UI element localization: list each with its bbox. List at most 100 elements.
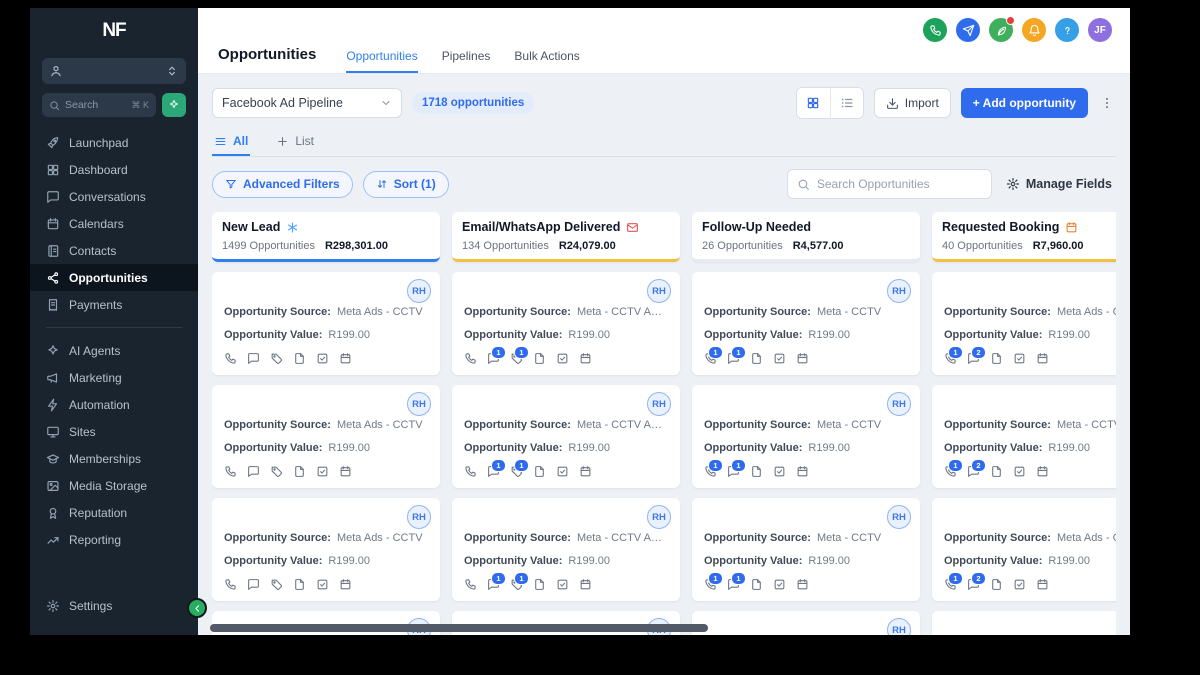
phone-icon[interactable]: 1 [944, 346, 963, 365]
file-icon[interactable] [293, 465, 306, 478]
sidebar-quick-add-button[interactable] [162, 93, 186, 117]
phone-icon[interactable]: 1 [704, 346, 723, 365]
sidebar-item-conversations[interactable]: Conversations [30, 183, 198, 210]
import-button[interactable]: Import [873, 88, 951, 118]
file-icon[interactable] [750, 578, 763, 591]
opportunity-card[interactable]: RH Opportunity Source: Meta - CCTV Automat… [452, 385, 680, 488]
sidebar-item-launchpad[interactable]: Launchpad [30, 129, 198, 156]
sidebar-item-settings[interactable]: Settings [30, 592, 198, 619]
tag-icon[interactable]: 1 [510, 572, 529, 591]
chat-icon[interactable]: 1 [727, 572, 746, 591]
file-icon[interactable] [533, 465, 546, 478]
sidebar-item-reputation[interactable]: Reputation [30, 499, 198, 526]
phone-icon[interactable] [464, 352, 477, 365]
tag-icon[interactable] [270, 465, 283, 478]
opportunity-card[interactable]: RHOpportunity Source:Meta - CCTVOpportun… [692, 611, 920, 635]
opportunity-card[interactable]: RHOpportunity Source:Meta Ads - CCTVOppo… [212, 385, 440, 488]
chat-icon[interactable] [247, 465, 260, 478]
calendar-icon[interactable] [1036, 578, 1049, 591]
chat-icon[interactable]: 1 [727, 459, 746, 478]
rewards-button[interactable] [989, 16, 1015, 42]
chat-icon[interactable] [247, 578, 260, 591]
calendar-icon[interactable] [796, 578, 809, 591]
view-tab-list[interactable]: List [274, 130, 316, 156]
chat-icon[interactable]: 2 [967, 459, 986, 478]
user-avatar[interactable]: JF [1088, 18, 1112, 42]
file-icon[interactable] [533, 352, 546, 365]
checksq-icon[interactable] [556, 578, 569, 591]
calendar-icon[interactable] [796, 465, 809, 478]
sidebar-item-marketing[interactable]: Marketing [30, 364, 198, 391]
phone-icon[interactable]: 1 [944, 572, 963, 591]
phone-icon[interactable] [464, 465, 477, 478]
opportunity-card[interactable]: RHOpportunity Source:Meta Ads - CCTVOppo… [212, 272, 440, 375]
sort-button[interactable]: Sort (1) [362, 170, 449, 198]
file-icon[interactable] [750, 465, 763, 478]
sidebar-item-dashboard[interactable]: Dashboard [30, 156, 198, 183]
tag-icon[interactable] [270, 578, 283, 591]
calendar-icon[interactable] [579, 352, 592, 365]
notifications-button[interactable] [1022, 18, 1046, 42]
checksq-icon[interactable] [1013, 352, 1026, 365]
calendar-icon[interactable] [1036, 465, 1049, 478]
file-icon[interactable] [293, 578, 306, 591]
opportunity-card[interactable]: RHOpportunity Source:Meta - CCTVOpportun… [692, 272, 920, 375]
sidebar-item-calendars[interactable]: Calendars [30, 210, 198, 237]
chat-icon[interactable] [247, 352, 260, 365]
tab-opportunities[interactable]: Opportunities [346, 49, 418, 73]
sidebar-item-payments[interactable]: Payments [30, 291, 198, 318]
chat-icon[interactable]: 1 [487, 346, 506, 365]
opportunity-card[interactable]: RHOpportunity Source:Meta - CCTVOpportun… [692, 385, 920, 488]
checksq-icon[interactable] [556, 352, 569, 365]
checksq-icon[interactable] [316, 352, 329, 365]
account-switcher[interactable] [42, 58, 186, 84]
phone-icon[interactable] [464, 578, 477, 591]
sidebar-item-sites[interactable]: Sites [30, 418, 198, 445]
phone-icon[interactable]: 1 [704, 459, 723, 478]
phone-icon[interactable] [224, 578, 237, 591]
more-options-button[interactable] [1098, 88, 1116, 118]
opportunity-card[interactable]: RHOpportunity Source:Meta - CCTV AutomOp… [932, 385, 1116, 488]
pipeline-select[interactable]: Facebook Ad Pipeline [212, 88, 402, 118]
sidebar-item-memberships[interactable]: Memberships [30, 445, 198, 472]
chat-icon[interactable]: 1 [727, 346, 746, 365]
tab-pipelines[interactable]: Pipelines [442, 49, 491, 73]
calendar-icon[interactable] [1036, 352, 1049, 365]
sidebar-item-contacts[interactable]: Contacts [30, 237, 198, 264]
chat-icon[interactable]: 2 [967, 572, 986, 591]
file-icon[interactable] [990, 578, 1003, 591]
opportunity-card[interactable]: RHOpportunity Source:Meta - CCTVOpportun… [692, 498, 920, 601]
sidebar-item-ai-agents[interactable]: AI Agents [30, 337, 198, 364]
column-header[interactable]: Follow-Up Needed 26 Opportunities R4,577.0… [692, 212, 920, 262]
sidebar-item-opportunities[interactable]: Opportunities [30, 264, 198, 291]
search-opportunities-input[interactable]: Search Opportunities [786, 169, 992, 199]
tag-icon[interactable] [270, 352, 283, 365]
calls-button[interactable] [923, 18, 947, 42]
opportunity-card[interactable]: RH Opportunity Source: Meta - CCTV Automat… [452, 272, 680, 375]
calendar-icon[interactable] [339, 578, 352, 591]
sidebar-item-media-storage[interactable]: Media Storage [30, 472, 198, 499]
calendar-icon[interactable] [339, 352, 352, 365]
checksq-icon[interactable] [316, 465, 329, 478]
calendar-icon[interactable] [579, 578, 592, 591]
phone-icon[interactable] [224, 352, 237, 365]
quick-actions-button[interactable] [956, 18, 980, 42]
file-icon[interactable] [990, 352, 1003, 365]
chat-icon[interactable]: 1 [487, 572, 506, 591]
add-opportunity-button[interactable]: + Add opportunity [960, 88, 1088, 118]
checksq-icon[interactable] [1013, 465, 1026, 478]
checksq-icon[interactable] [556, 465, 569, 478]
checksq-icon[interactable] [773, 465, 786, 478]
opportunity-card[interactable]: RH Opportunity Source: Meta - CCTV Automat… [452, 498, 680, 601]
opportunity-card[interactable]: RHOpportunity Source:Meta Ads - CCTVOppo… [932, 498, 1116, 601]
grid-view-button[interactable] [796, 88, 830, 118]
calendar-icon[interactable] [339, 465, 352, 478]
calendar-icon[interactable] [579, 465, 592, 478]
checksq-icon[interactable] [1013, 578, 1026, 591]
phone-icon[interactable] [224, 465, 237, 478]
column-header[interactable]: Requested Booking 40 Opportunities R7,960.… [932, 212, 1116, 262]
chat-icon[interactable]: 1 [487, 459, 506, 478]
tag-icon[interactable]: 1 [510, 459, 529, 478]
view-tab-all[interactable]: All [212, 130, 251, 156]
sidebar-collapse-button[interactable] [187, 598, 207, 618]
